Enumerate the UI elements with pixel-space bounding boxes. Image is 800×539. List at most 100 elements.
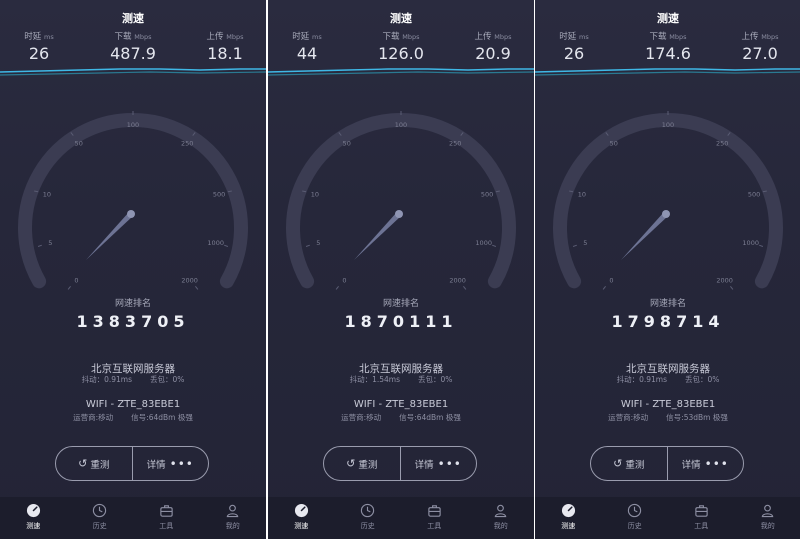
action-buttons: ↺ 重测 详情 •••	[590, 446, 744, 481]
upload-unit: Mbps	[761, 33, 779, 41]
gauge-tick-label: 100	[395, 121, 407, 129]
details-button[interactable]: 详情 •••	[399, 447, 477, 480]
tab-history[interactable]: 历史	[67, 497, 134, 539]
ping-stat: 时延 ms 26	[14, 30, 64, 63]
gauge-tick-label: 5	[48, 239, 52, 247]
gauge-tick-label: 50	[75, 140, 83, 148]
page-title: 测速	[122, 12, 144, 25]
download-stat: 下载 Mbps 487.9	[88, 30, 178, 63]
gauge-tick-label: 100	[662, 121, 674, 129]
clock-icon	[628, 503, 642, 518]
rank-label: 网速排名	[114, 299, 151, 309]
ping-value: 26	[563, 44, 585, 63]
jitter-value: 抖动：0.91ms	[81, 375, 132, 384]
tab-history[interactable]: 历史	[335, 497, 402, 539]
tab-tools[interactable]: 工具	[668, 497, 735, 539]
bottom-tab-bar: 测速 历史 工具 我的	[0, 497, 266, 539]
gauge-tick-mark	[492, 244, 497, 247]
ping-unit: ms	[579, 33, 589, 41]
jitter-value: 抖动：1.54ms	[349, 375, 400, 384]
wifi-name: WIFI - ZTE_83EBE1	[620, 399, 716, 410]
gauge-needle	[621, 212, 668, 260]
speedometer-gauge: 0 5 10 50 100 250 500 1000 2000	[553, 111, 783, 290]
operator-value: 运营商:移动	[341, 413, 382, 422]
tab-label: 历史	[627, 522, 642, 530]
rank-label: 网速排名	[382, 299, 419, 309]
retest-button[interactable]: ↺ 重测	[591, 447, 667, 480]
retest-label: 重测	[358, 459, 378, 471]
retest-button[interactable]: ↺ 重测	[56, 447, 132, 480]
tab-label: 测速	[26, 522, 41, 530]
tab-label: 测速	[294, 522, 309, 530]
tab-label: 历史	[360, 522, 375, 530]
tab-history[interactable]: 历史	[602, 497, 669, 539]
tab-label: 测速	[561, 522, 576, 530]
jitter-value: 抖动：0.91ms	[616, 375, 667, 384]
speedtest-screen: 测速 时延 ms 26 下载 Mbps 487.9 上传 Mbps 18.1 0…	[0, 0, 266, 539]
gauge-track	[286, 113, 516, 289]
gauge-tick-label: 500	[481, 191, 493, 199]
upload-label: 上传	[474, 32, 492, 42]
server-details: 抖动：0.91ms 丢包：0%	[535, 374, 800, 385]
gauge-tick-label: 10	[311, 191, 319, 199]
details-button[interactable]: 详情 •••	[131, 447, 209, 480]
tab-profile[interactable]: 我的	[200, 497, 267, 539]
gauge-needle	[86, 212, 133, 260]
signal-value: 信号:64dBm 极强	[131, 413, 193, 422]
tab-profile[interactable]: 我的	[468, 497, 535, 539]
operator-value: 运营商:移动	[608, 413, 649, 422]
details-button[interactable]: 详情 •••	[666, 447, 744, 480]
gauge-tick-label: 250	[449, 140, 461, 148]
retest-button[interactable]: ↺ 重测	[324, 447, 400, 480]
user-icon	[761, 504, 774, 518]
gauge-needle	[354, 212, 401, 260]
download-value: 126.0	[378, 44, 424, 63]
action-buttons: ↺ 重测 详情 •••	[55, 446, 209, 481]
ping-label: 时延	[559, 32, 577, 42]
bottom-tab-bar: 测速 历史 工具 我的	[268, 497, 534, 539]
wifi-name: WIFI - ZTE_83EBE1	[85, 399, 181, 410]
tab-speedtest[interactable]: 测速	[268, 497, 335, 539]
more-dots-icon: •••	[437, 456, 462, 471]
gauge-tick-mark	[572, 244, 577, 247]
gauge-tick-mark	[37, 244, 42, 247]
speed-history-graph	[268, 68, 534, 76]
download-label: 下载	[114, 32, 132, 42]
download-label: 下载	[382, 32, 400, 42]
server-details: 抖动：1.54ms 丢包：0%	[268, 374, 534, 385]
speedometer-icon	[294, 503, 308, 518]
tab-tools[interactable]: 工具	[401, 497, 468, 539]
upload-trend-line	[535, 71, 800, 76]
wifi-name: WIFI - ZTE_83EBE1	[353, 399, 449, 410]
tab-speedtest[interactable]: 测速	[535, 497, 602, 539]
ping-value: 26	[28, 44, 50, 63]
speedtest-screen: 测速 时延 ms 26 下载 Mbps 174.6 上传 Mbps 27.0 0…	[535, 0, 800, 539]
tab-profile[interactable]: 我的	[735, 497, 800, 539]
wifi-details: 运营商:移动 信号:64dBm 极强	[0, 412, 266, 423]
gauge-tick-mark	[602, 285, 606, 290]
more-dots-icon: •••	[704, 456, 729, 471]
gauge-tick-label: 0	[609, 276, 613, 284]
ping-stat: 时延 ms 26	[549, 30, 599, 63]
retest-label: 重测	[625, 459, 645, 471]
tab-tools[interactable]: 工具	[133, 497, 200, 539]
upload-value: 18.1	[207, 44, 243, 63]
gauge-tick-label: 250	[716, 140, 728, 148]
gauge-tick-label: 100	[127, 121, 139, 129]
tab-speedtest[interactable]: 测速	[0, 497, 67, 539]
gauge-tick-label: 50	[343, 140, 351, 148]
rank-value: 1798714	[611, 312, 725, 331]
action-buttons: ↺ 重测 详情 •••	[323, 446, 477, 481]
upload-stat: 上传 Mbps 27.0	[731, 30, 789, 63]
gauge-tick-label: 1000	[475, 239, 492, 247]
details-label: 详情	[414, 459, 434, 471]
gauge-tick-mark	[335, 285, 339, 290]
download-stat: 下载 Mbps 126.0	[356, 30, 446, 63]
refresh-icon: ↺	[613, 457, 623, 470]
gauge-tick-label: 50	[610, 140, 618, 148]
gauge-tick-label: 2000	[449, 276, 466, 284]
download-trend-line	[535, 68, 800, 73]
gauge-tick-mark	[730, 285, 734, 290]
gauge-tick-label: 1000	[742, 239, 759, 247]
user-icon	[494, 504, 507, 518]
